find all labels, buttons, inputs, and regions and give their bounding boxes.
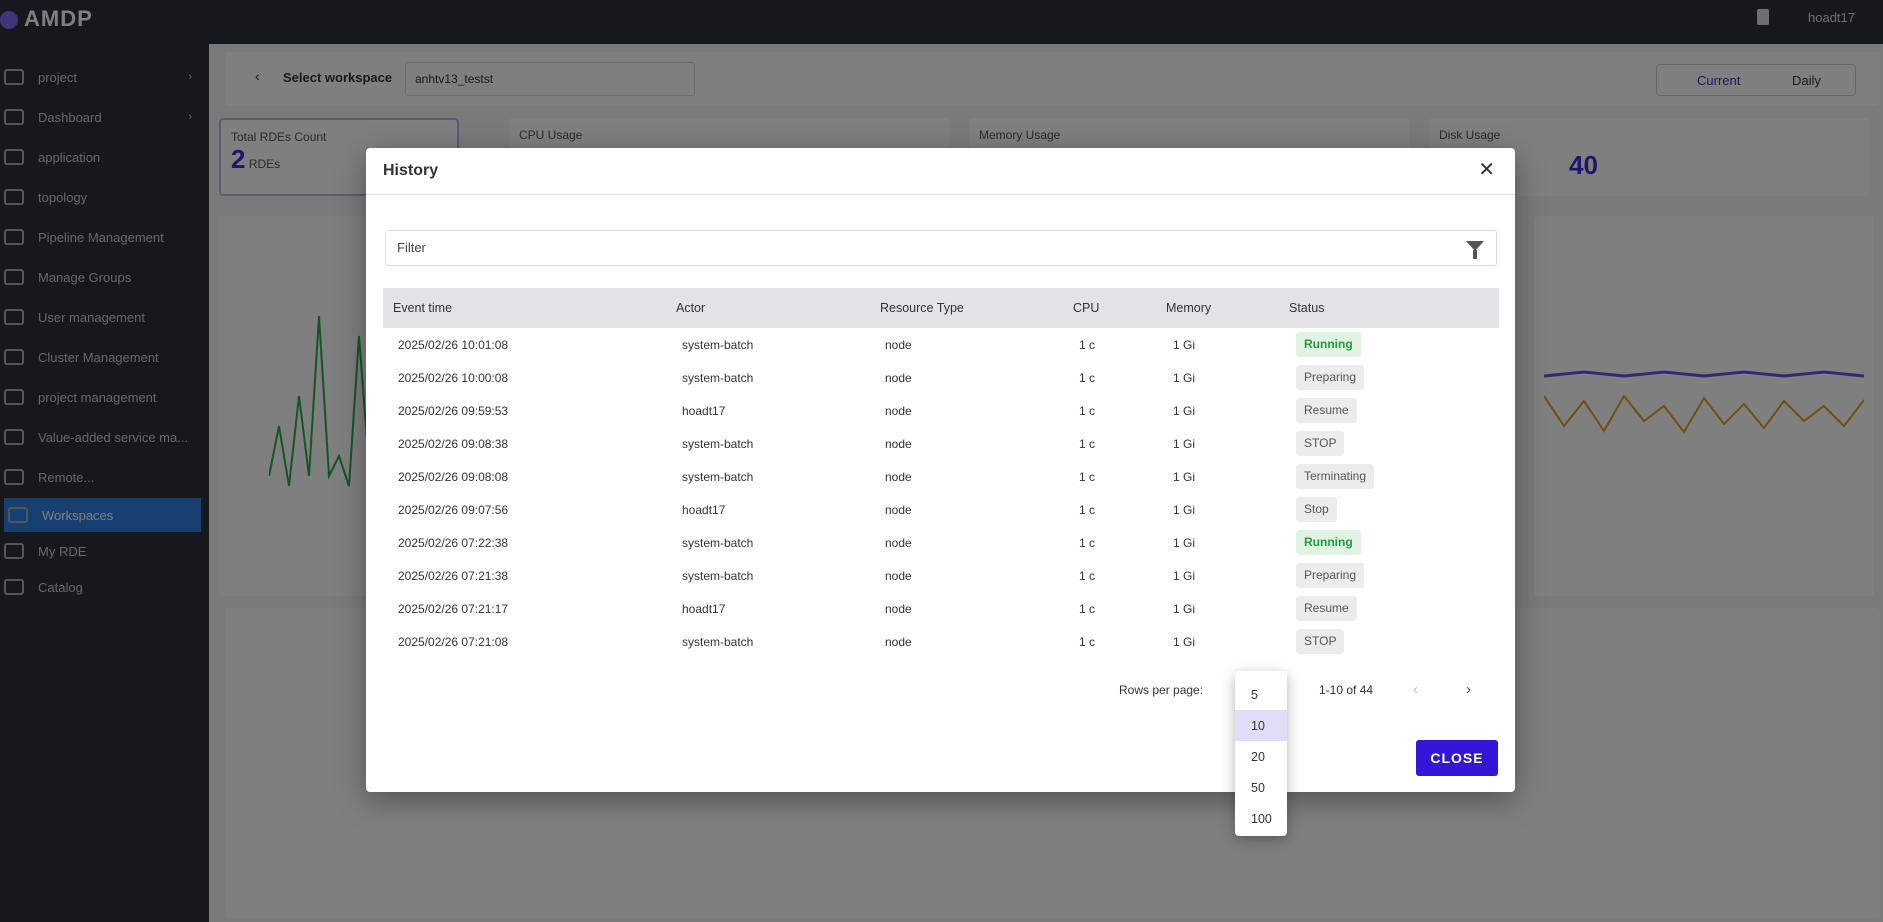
rows-option-5[interactable]: 5	[1235, 679, 1287, 710]
cell-time: 2025/02/26 09:59:53	[398, 404, 509, 418]
cell-time: 2025/02/26 09:07:56	[398, 503, 509, 517]
rows-per-page-label: Rows per page:	[1119, 683, 1204, 697]
cell-memory: 1 Gi	[1173, 338, 1196, 352]
table-row[interactable]: 2025/02/26 10:00:08 system-batch node 1 c 1 …	[383, 361, 1499, 394]
col-memory[interactable]: Memory	[1166, 301, 1211, 315]
rows-option-20[interactable]: 20	[1235, 741, 1287, 772]
table-row[interactable]: 2025/02/26 09:07:56 hoadt17 node 1 c 1 Gi Sto…	[383, 493, 1499, 526]
cell-memory: 1 Gi	[1173, 635, 1196, 649]
status-badge: Resume	[1296, 596, 1357, 621]
status-badge: Resume	[1296, 398, 1357, 423]
cell-type: node	[885, 635, 912, 649]
status-badge: Terminating	[1296, 464, 1375, 489]
cell-time: 2025/02/26 10:00:08	[398, 371, 509, 385]
filter-input[interactable]	[386, 231, 1386, 263]
rows-option-50[interactable]: 50	[1235, 772, 1287, 803]
table-row[interactable]: 2025/02/26 07:21:08 system-batch node 1 c 1 …	[383, 625, 1499, 658]
rows-option-10[interactable]: 10	[1235, 710, 1287, 741]
cell-actor: system-batch	[682, 437, 754, 451]
cell-memory: 1 Gi	[1173, 437, 1196, 451]
cell-memory: 1 Gi	[1173, 602, 1196, 616]
status-badge: Preparing	[1296, 365, 1365, 390]
filter-icon[interactable]	[1466, 241, 1484, 259]
cell-actor: system-batch	[682, 338, 754, 352]
cell-cpu: 1 c	[1079, 569, 1096, 583]
cell-time: 2025/02/26 07:21:17	[398, 602, 509, 616]
table-header: Event time Actor Resource Type CPU Memor…	[383, 288, 1499, 328]
cell-type: node	[885, 404, 912, 418]
cell-actor: system-batch	[682, 635, 754, 649]
cell-time: 2025/02/26 09:08:38	[398, 437, 509, 451]
cell-time: 2025/02/26 07:22:38	[398, 536, 509, 550]
col-resource-type[interactable]: Resource Type	[880, 301, 964, 315]
cell-memory: 1 Gi	[1173, 569, 1196, 583]
cell-actor: system-batch	[682, 470, 754, 484]
cell-time: 2025/02/26 07:21:38	[398, 569, 509, 583]
filter-box	[385, 230, 1497, 266]
next-page-icon[interactable]: ›	[1466, 681, 1471, 698]
table-row[interactable]: 2025/02/26 09:59:53 hoadt17 node 1 c 1 Gi Res…	[383, 394, 1499, 427]
rows-per-page-menu: 5 10 20 50 100	[1235, 671, 1287, 836]
cell-cpu: 1 c	[1079, 602, 1096, 616]
close-button[interactable]: CLOSE	[1416, 740, 1498, 776]
cell-memory: 1 Gi	[1173, 536, 1196, 550]
cell-type: node	[885, 338, 912, 352]
table-row[interactable]: 2025/02/26 10:01:08 system-batch node 1 c 1 …	[383, 328, 1499, 361]
cell-cpu: 1 c	[1079, 503, 1096, 517]
cell-type: node	[885, 503, 912, 517]
cell-type: node	[885, 470, 912, 484]
history-dialog: History ✕ Event time Actor Resource Type…	[366, 148, 1515, 792]
table-row[interactable]: 2025/02/26 07:21:38 system-batch node 1 c 1 …	[383, 559, 1499, 592]
status-badge: Preparing	[1296, 563, 1365, 588]
cell-actor: system-batch	[682, 536, 754, 550]
table-row[interactable]: 2025/02/26 07:21:17 hoadt17 node 1 c 1 Gi Res…	[383, 592, 1499, 625]
cell-cpu: 1 c	[1079, 371, 1096, 385]
dialog-header: History ✕	[366, 148, 1515, 195]
close-icon[interactable]: ✕	[1478, 160, 1495, 180]
status-badge: Running	[1296, 530, 1361, 555]
cell-type: node	[885, 569, 912, 583]
col-status[interactable]: Status	[1289, 301, 1324, 315]
cell-actor: hoadt17	[682, 404, 726, 418]
cell-cpu: 1 c	[1079, 338, 1096, 352]
pagination-range: 1-10 of 44	[1319, 683, 1374, 697]
cell-memory: 1 Gi	[1173, 404, 1196, 418]
status-badge: STOP	[1296, 431, 1345, 456]
cell-type: node	[885, 437, 912, 451]
cell-memory: 1 Gi	[1173, 503, 1196, 517]
cell-actor: hoadt17	[682, 503, 726, 517]
cell-cpu: 1 c	[1079, 536, 1096, 550]
cell-actor: hoadt17	[682, 602, 726, 616]
cell-cpu: 1 c	[1079, 470, 1096, 484]
status-badge: Stop	[1296, 497, 1337, 522]
cell-cpu: 1 c	[1079, 404, 1096, 418]
cell-time: 2025/02/26 07:21:08	[398, 635, 509, 649]
cell-memory: 1 Gi	[1173, 371, 1196, 385]
table-row[interactable]: 2025/02/26 07:22:38 system-batch node 1 c 1 …	[383, 526, 1499, 559]
status-badge: Running	[1296, 332, 1361, 357]
col-cpu[interactable]: CPU	[1073, 301, 1099, 315]
prev-page-icon[interactable]: ‹	[1413, 681, 1418, 698]
cell-cpu: 1 c	[1079, 635, 1096, 649]
cell-time: 2025/02/26 10:01:08	[398, 338, 509, 352]
cell-type: node	[885, 536, 912, 550]
status-badge: STOP	[1296, 629, 1345, 654]
cell-actor: system-batch	[682, 371, 754, 385]
table-row[interactable]: 2025/02/26 09:08:38 system-batch node 1 c 1 …	[383, 427, 1499, 460]
col-actor[interactable]: Actor	[676, 301, 705, 315]
cell-type: node	[885, 602, 912, 616]
cell-actor: system-batch	[682, 569, 754, 583]
col-event-time[interactable]: Event time	[393, 301, 452, 315]
cell-memory: 1 Gi	[1173, 470, 1196, 484]
table-row[interactable]: 2025/02/26 09:08:08 system-batch node 1 c 1 …	[383, 460, 1499, 493]
cell-cpu: 1 c	[1079, 437, 1096, 451]
cell-time: 2025/02/26 09:08:08	[398, 470, 509, 484]
cell-type: node	[885, 371, 912, 385]
rows-option-100[interactable]: 100	[1235, 803, 1287, 834]
dialog-title: History	[383, 162, 439, 179]
table-body: 2025/02/26 10:01:08 system-batch node 1 c 1 …	[383, 328, 1499, 658]
